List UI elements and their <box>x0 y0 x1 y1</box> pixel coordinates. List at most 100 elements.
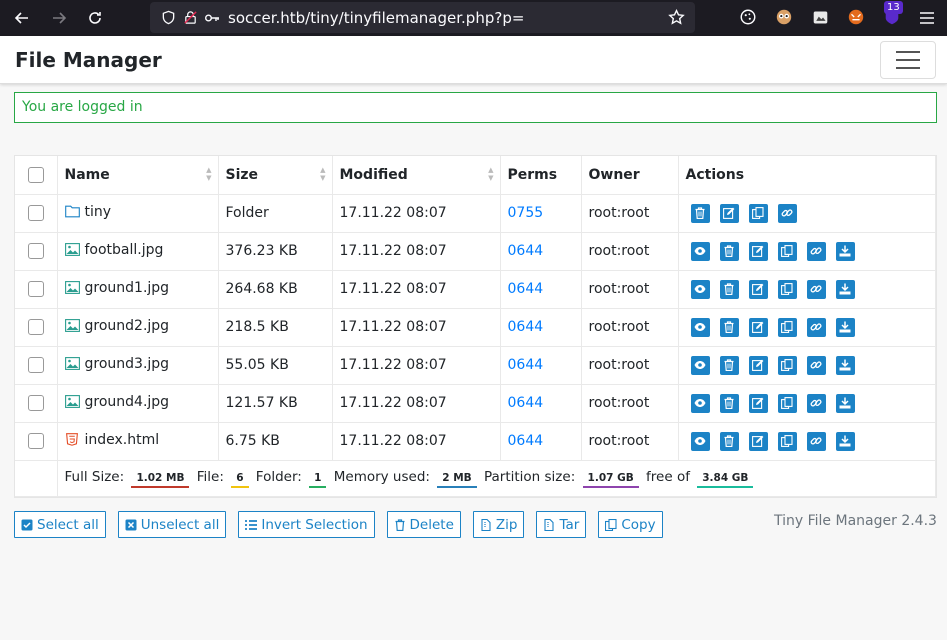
rename-button[interactable] <box>748 317 768 337</box>
delete-file-button[interactable] <box>719 393 739 413</box>
bookmark-star-icon[interactable] <box>668 9 685 26</box>
delete-file-button[interactable] <box>690 203 710 223</box>
direct-link-button[interactable] <box>777 203 797 223</box>
navbar-toggle-button[interactable] <box>880 41 936 79</box>
direct-link-button[interactable] <box>806 431 826 451</box>
row-checkbox[interactable] <box>27 395 44 411</box>
shield-icon[interactable] <box>160 10 176 26</box>
hamburger-menu-icon[interactable] <box>918 9 936 27</box>
file-name-cell[interactable]: tiny <box>57 194 219 233</box>
row-checkbox[interactable] <box>27 433 44 449</box>
file-name-link[interactable]: tiny <box>85 204 112 220</box>
container-extension-icon[interactable] <box>810 7 830 27</box>
view-button[interactable] <box>690 241 710 261</box>
copy-file-button[interactable] <box>777 393 797 413</box>
row-checkbox[interactable] <box>27 357 44 373</box>
direct-link-button[interactable] <box>806 317 826 337</box>
copy-file-button[interactable] <box>777 317 797 337</box>
download-button[interactable] <box>835 355 855 375</box>
rename-button[interactable] <box>748 431 768 451</box>
file-name-cell[interactable]: index.html <box>57 422 219 461</box>
zip-button[interactable]: Zip <box>472 511 525 538</box>
select-all-button[interactable]: Select all <box>14 511 106 538</box>
reload-button[interactable] <box>80 3 110 33</box>
rename-button[interactable] <box>748 393 768 413</box>
tar-button[interactable]: Tar <box>536 511 587 538</box>
view-button[interactable] <box>690 355 710 375</box>
direct-link-button[interactable] <box>806 279 826 299</box>
view-button[interactable] <box>690 393 710 413</box>
unselect-all-button[interactable]: Unselect all <box>117 511 227 538</box>
file-name-cell[interactable]: football.jpg <box>57 232 219 271</box>
download-button[interactable] <box>835 431 855 451</box>
forward-button[interactable] <box>44 3 74 33</box>
row-checkbox[interactable] <box>27 281 44 297</box>
copy-file-button[interactable] <box>777 279 797 299</box>
perms-link[interactable]: 0644 <box>508 243 544 259</box>
file-name-link[interactable]: ground4.jpg <box>85 394 170 410</box>
direct-link-button[interactable] <box>806 393 826 413</box>
copy-file-button[interactable] <box>777 241 797 261</box>
header-size[interactable]: Size <box>218 156 333 195</box>
row-checkbox[interactable] <box>27 319 44 335</box>
copy-file-button[interactable] <box>777 431 797 451</box>
download-button[interactable] <box>835 393 855 413</box>
file-name-cell[interactable]: ground3.jpg <box>57 346 219 385</box>
perms-link[interactable]: 0644 <box>508 395 544 411</box>
direct-link-button[interactable] <box>806 355 826 375</box>
select-all-header[interactable] <box>15 156 58 195</box>
file-name-link[interactable]: ground2.jpg <box>85 318 170 334</box>
row-checkbox-cell[interactable] <box>15 384 58 423</box>
perms-link[interactable]: 0644 <box>508 357 544 373</box>
delete-button[interactable]: Delete <box>386 511 461 538</box>
copy-file-button[interactable] <box>748 203 768 223</box>
select-all-checkbox[interactable] <box>27 166 44 183</box>
brand-title[interactable]: File Manager <box>15 48 162 72</box>
rename-button[interactable] <box>748 241 768 261</box>
file-name-link[interactable]: ground3.jpg <box>85 356 170 372</box>
row-checkbox-cell[interactable] <box>15 194 58 233</box>
back-button[interactable] <box>7 3 37 33</box>
file-name-cell[interactable]: ground2.jpg <box>57 308 219 347</box>
delete-file-button[interactable] <box>719 431 739 451</box>
owl-extension-icon[interactable] <box>774 7 794 27</box>
rename-button[interactable] <box>748 355 768 375</box>
delete-file-button[interactable] <box>719 355 739 375</box>
row-checkbox-cell[interactable] <box>15 308 58 347</box>
url-bar[interactable]: soccer.htb/tiny/tinyfilemanager.php?p= <box>150 2 695 33</box>
row-checkbox-cell[interactable] <box>15 232 58 271</box>
rename-button[interactable] <box>748 279 768 299</box>
view-button[interactable] <box>690 279 710 299</box>
row-checkbox[interactable] <box>27 243 44 259</box>
header-name[interactable]: Name <box>57 156 219 195</box>
cookie-extension-icon[interactable] <box>738 7 758 27</box>
view-button[interactable] <box>690 317 710 337</box>
file-name-cell[interactable]: ground1.jpg <box>57 270 219 309</box>
perms-link[interactable]: 0644 <box>508 433 544 449</box>
file-name-cell[interactable]: ground4.jpg <box>57 384 219 423</box>
download-button[interactable] <box>835 317 855 337</box>
row-checkbox-cell[interactable] <box>15 270 58 309</box>
fox-extension-icon[interactable] <box>846 7 866 27</box>
delete-file-button[interactable] <box>719 317 739 337</box>
row-checkbox[interactable] <box>27 205 44 221</box>
insecure-lock-icon[interactable] <box>182 10 198 26</box>
download-button[interactable] <box>835 279 855 299</box>
rename-button[interactable] <box>719 203 739 223</box>
file-name-link[interactable]: index.html <box>85 432 160 448</box>
perms-link[interactable]: 0644 <box>508 319 544 335</box>
invert-selection-button[interactable]: Invert Selection <box>238 511 375 538</box>
delete-file-button[interactable] <box>719 279 739 299</box>
download-button[interactable] <box>835 241 855 261</box>
header-modified[interactable]: Modified <box>332 156 501 195</box>
url-text[interactable]: soccer.htb/tiny/tinyfilemanager.php?p= <box>228 9 524 27</box>
delete-file-button[interactable] <box>719 241 739 261</box>
file-name-link[interactable]: ground1.jpg <box>85 280 170 296</box>
row-checkbox-cell[interactable] <box>15 346 58 385</box>
key-icon[interactable] <box>204 10 220 26</box>
view-button[interactable] <box>690 431 710 451</box>
direct-link-button[interactable] <box>806 241 826 261</box>
row-checkbox-cell[interactable] <box>15 422 58 461</box>
copy-file-button[interactable] <box>777 355 797 375</box>
perms-link[interactable]: 0644 <box>508 281 544 297</box>
